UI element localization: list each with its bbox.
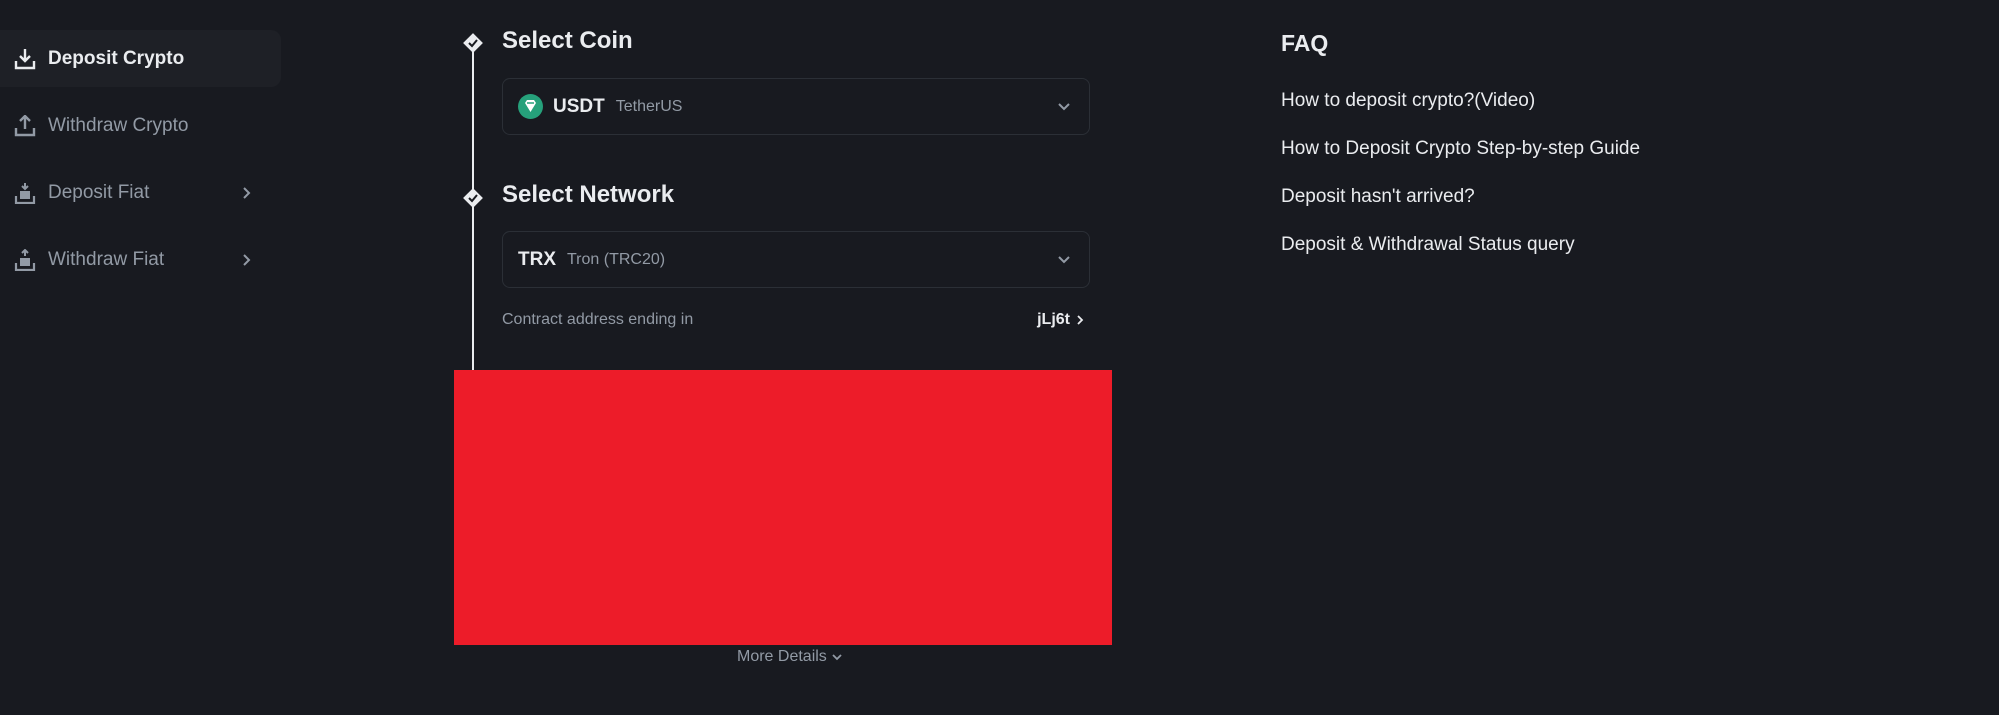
- network-select[interactable]: TRX Tron (TRC20): [502, 231, 1090, 288]
- contract-address-suffix: jLj6t: [1037, 311, 1070, 328]
- coin-select[interactable]: USDT TetherUS: [502, 78, 1090, 135]
- withdraw-fiat-icon: [14, 248, 36, 272]
- faq-title: FAQ: [1281, 30, 1329, 56]
- step-complete-icon: [461, 186, 485, 210]
- chevron-down-icon: [1057, 100, 1071, 114]
- contract-address-label: Contract address ending in: [502, 311, 694, 328]
- faq-link[interactable]: Deposit & Withdrawal Status query: [1281, 233, 1640, 257]
- sidebar-item-withdraw-crypto[interactable]: Withdraw Crypto: [0, 97, 281, 154]
- sidebar-item-withdraw-fiat[interactable]: Withdraw Fiat: [0, 231, 281, 288]
- faq-link[interactable]: Deposit hasn't arrived?: [1281, 185, 1640, 209]
- coin-symbol: USDT: [553, 95, 605, 117]
- sidebar-item-deposit-fiat[interactable]: Deposit Fiat: [0, 164, 281, 221]
- tether-icon: [518, 94, 543, 119]
- chevron-right-icon: [240, 186, 254, 200]
- faq-link[interactable]: How to Deposit Crypto Step-by-step Guide: [1281, 137, 1640, 161]
- sidebar: Deposit Crypto Withdraw Crypto Deposit F…: [0, 30, 281, 298]
- download-icon: [14, 47, 36, 71]
- sidebar-item-label: Deposit Fiat: [48, 181, 150, 203]
- step-complete-icon: [461, 31, 485, 55]
- chevron-right-icon: [240, 253, 254, 267]
- faq-link[interactable]: How to deposit crypto?(Video): [1281, 89, 1640, 113]
- chevron-down-icon: [832, 653, 842, 660]
- chevron-right-icon: [1077, 315, 1084, 325]
- network-name: Tron (TRC20): [567, 250, 666, 268]
- step-title-select-network: Select Network: [502, 181, 675, 208]
- redacted-block: [454, 370, 1112, 645]
- sidebar-item-label: Withdraw Crypto: [48, 114, 189, 136]
- contract-address-link[interactable]: jLj6t: [1037, 311, 1090, 329]
- sidebar-item-label: Deposit Crypto: [48, 47, 185, 69]
- network-symbol: TRX: [518, 248, 556, 270]
- step-title-select-coin: Select Coin: [502, 27, 633, 54]
- sidebar-item-label: Withdraw Fiat: [48, 248, 165, 270]
- sidebar-item-deposit-crypto[interactable]: Deposit Crypto: [0, 30, 281, 87]
- more-details-toggle[interactable]: More Details: [737, 648, 843, 666]
- upload-icon: [14, 114, 36, 138]
- faq-panel: FAQ How to deposit crypto?(Video) How to…: [1281, 30, 1640, 281]
- more-details-label: More Details: [737, 648, 827, 665]
- coin-name: TetherUS: [615, 97, 683, 115]
- contract-address-row: Contract address ending in jLj6t: [502, 308, 1090, 332]
- deposit-fiat-icon: [14, 181, 36, 205]
- chevron-down-icon: [1057, 253, 1071, 267]
